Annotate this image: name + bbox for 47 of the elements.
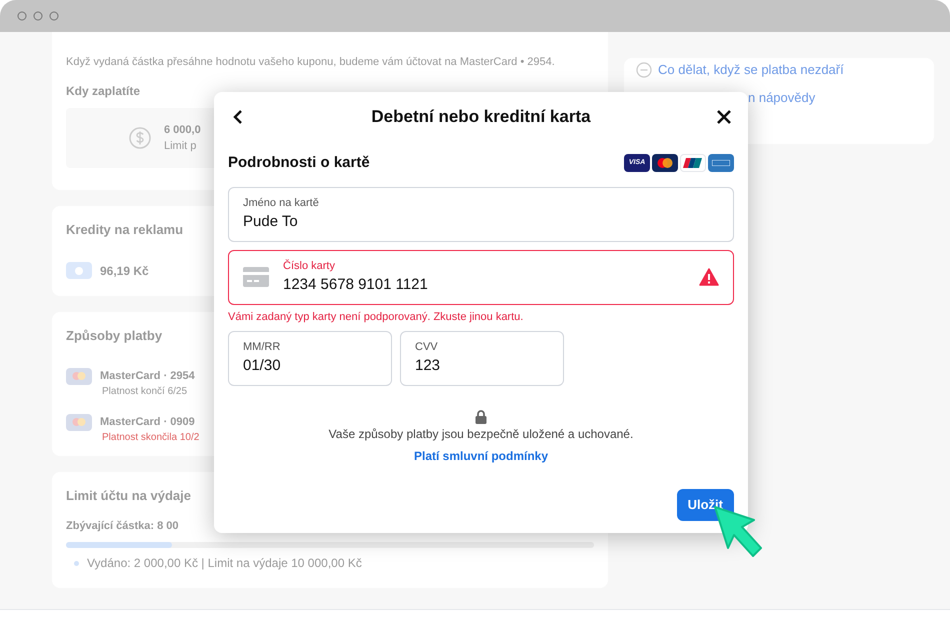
card-validity: Platnost skončila 10/2 xyxy=(101,430,200,444)
mastercard-icon xyxy=(66,368,92,384)
field-label: Jméno na kartě xyxy=(243,196,320,210)
card-validity: Platnost končí 6/25 xyxy=(101,384,188,398)
credit-amount: 96,19 Kč xyxy=(100,262,149,280)
field-value: 1234 5678 9101 1121 xyxy=(283,276,429,294)
field-value: 123 xyxy=(415,357,442,376)
card-name: MasterCard · 0909 xyxy=(100,414,196,430)
input-field[interactable]: Jméno na kartě Pude To xyxy=(228,186,734,242)
bullet-icon xyxy=(74,560,79,566)
mastercard-logo xyxy=(652,154,678,172)
section-heading: Limit účtu na výdaje xyxy=(66,487,191,505)
field-label: Číslo karty xyxy=(283,260,336,274)
section-heading: Podrobnosti o kartě xyxy=(228,153,370,173)
section-heading: Kdy zaplatíte xyxy=(66,83,140,100)
minus-circle-icon xyxy=(636,62,652,78)
lock-icon xyxy=(475,410,487,424)
coupon-note: Když vydaná částka přesáhne hodnotu vašeho kuponu, budeme vám účtovat na MasterCard • 2954. xyxy=(66,55,556,70)
input-field[interactable]: Číslo karty 1234 5678 9101 1121 xyxy=(228,250,734,304)
section-heading: Způsoby platby xyxy=(66,327,162,345)
unionpay-logo xyxy=(680,154,706,172)
input-field[interactable]: CVV 123 xyxy=(400,331,564,386)
remaining-amount: Zbývající částka: 8 00 xyxy=(66,518,180,534)
field-label: MM/RR xyxy=(243,341,282,355)
field-value: 01/30 xyxy=(243,357,282,376)
warning-icon xyxy=(699,268,719,286)
field-label: CVV xyxy=(415,341,439,355)
card-name: MasterCard · 2954 xyxy=(100,368,195,384)
field-value: Pude To xyxy=(243,212,299,232)
window-dot-icon[interactable] xyxy=(33,11,43,21)
spending-detail: Vydáno: 2 000,00 Kč | Limit na výdaje 10 000,00 Kč xyxy=(87,555,362,572)
chevron-left-icon xyxy=(232,109,244,125)
input-field[interactable]: MM/RR 01/30 xyxy=(228,331,392,386)
security-note: Vaše způsoby platby jsou bezpečně uložené a uchované. xyxy=(328,426,634,443)
error-message: Vámi zadaný typ karty není podporovaný. Zkuste jinou kartu. xyxy=(228,310,524,324)
terms-link[interactable]: Platí smluvní podmínky xyxy=(414,447,548,465)
dialog-title: Debetní nebo kreditní karta xyxy=(371,106,591,128)
section-heading: Kredity na reklamu xyxy=(66,221,184,239)
amount-text: 6 000,0 xyxy=(164,123,201,138)
dollar-coin-icon xyxy=(128,126,152,150)
window-dot-icon[interactable] xyxy=(17,11,27,21)
window-dot-icon[interactable] xyxy=(49,11,59,21)
limit-text: Limit p xyxy=(164,139,198,154)
close-icon xyxy=(716,109,732,125)
coupon-badge-icon xyxy=(66,262,92,279)
credit-card-icon xyxy=(243,267,269,287)
mastercard-icon xyxy=(66,414,92,430)
